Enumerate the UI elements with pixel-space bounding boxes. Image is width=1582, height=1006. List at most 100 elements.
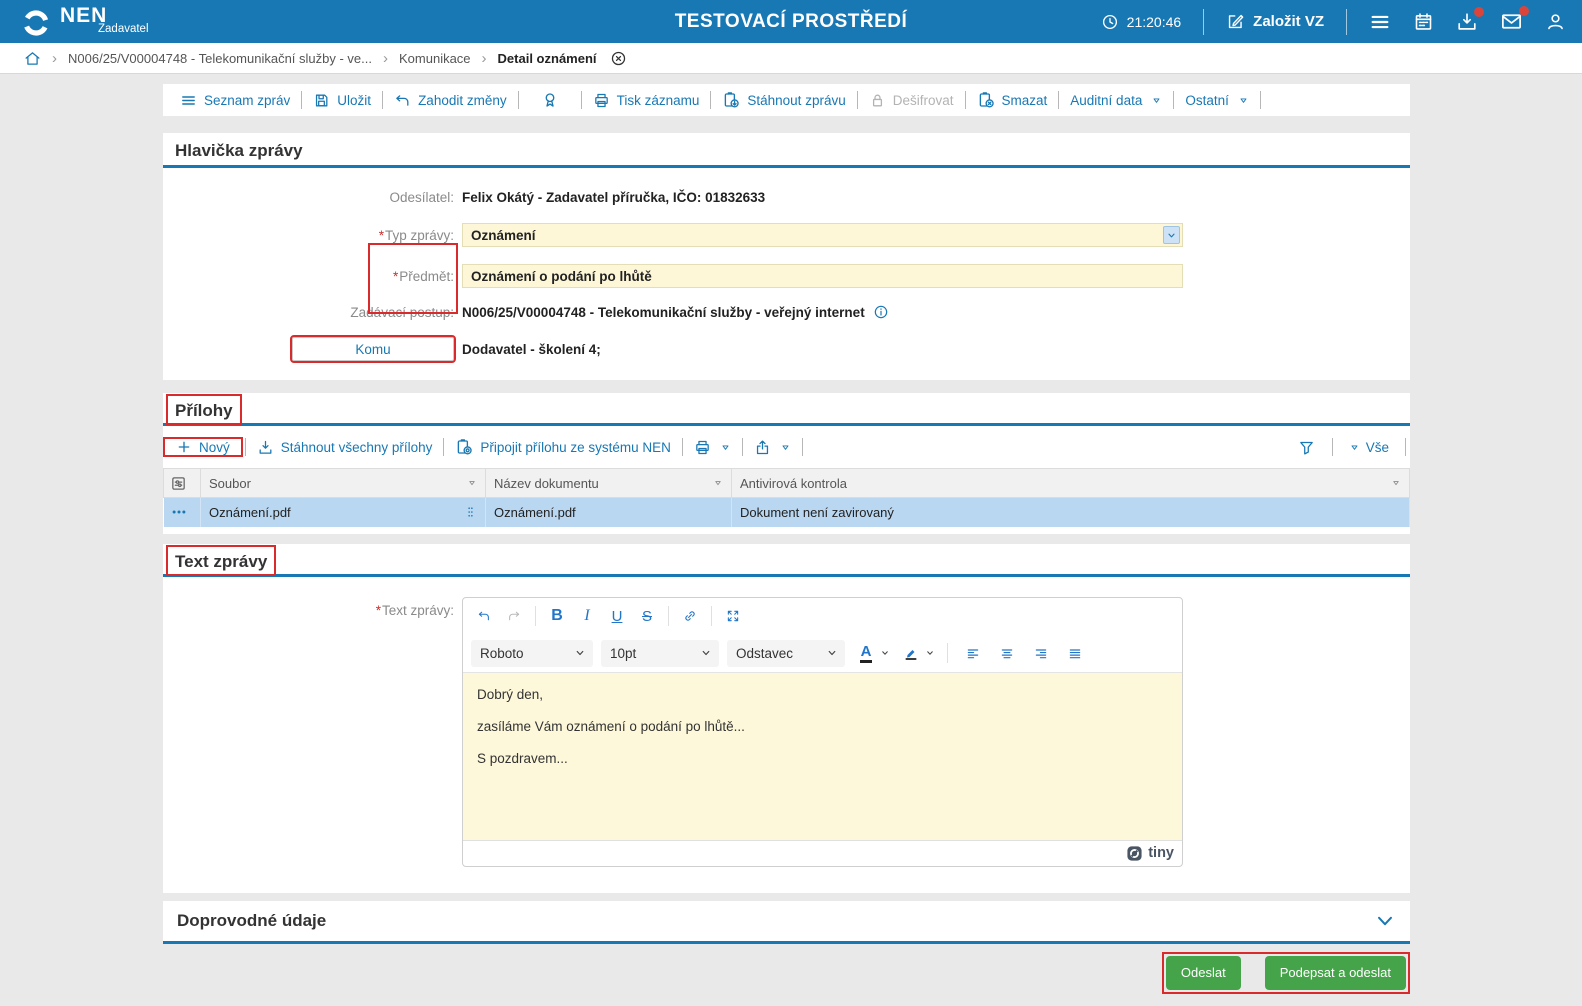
column-filter-icon[interactable] [1391, 478, 1401, 488]
ribbon-icon [541, 91, 559, 109]
stahnout-zpravu-label: Stáhnout zprávu [747, 92, 846, 108]
auditni-data-button[interactable]: Auditní data [1059, 93, 1173, 108]
breadcrumb-item-procedure[interactable]: N006/25/V00004748 - Telekomunikační služ… [68, 51, 372, 66]
font-size-select[interactable]: 10pt [601, 639, 719, 667]
vse-label: Vše [1365, 439, 1389, 455]
message-paragraph: Dobrý den, [477, 686, 544, 702]
vse-filter-button[interactable]: Vše [1339, 440, 1399, 455]
document-delete-icon [977, 91, 995, 109]
ulozit-button[interactable]: Uložit [302, 92, 382, 109]
current-time: 21:20:46 [1126, 13, 1182, 30]
message-paragraph: zasíláme Vám oznámení o podání po lhůtě.… [477, 718, 745, 734]
top-bar: NEN Zadavatel TESTOVACÍ PROSTŘEDÍ 21:20:… [0, 0, 1582, 43]
editor-toolbar-row1: B I U S [463, 598, 1182, 635]
seznam-zprav-button[interactable]: Seznam zpráv [169, 92, 301, 109]
predmet-input[interactable]: Oznámení o podání po lhůtě [462, 264, 1183, 288]
desifrovat-button[interactable]: Dešifrovat [858, 92, 965, 109]
fullscreen-button[interactable] [720, 603, 746, 629]
auditni-data-label: Auditní data [1070, 92, 1143, 108]
messages-button[interactable] [1500, 6, 1529, 33]
nen-logo-icon [20, 7, 52, 39]
ribbon-button[interactable] [519, 91, 581, 109]
chevron-down-icon[interactable] [880, 648, 890, 658]
undo-icon [477, 607, 491, 625]
main-menu-button[interactable] [1369, 11, 1391, 33]
row-menu-icon[interactable] [170, 503, 188, 521]
breadcrumb-item-komunikace[interactable]: Komunikace [399, 51, 471, 66]
smazat-button[interactable]: Smazat [966, 91, 1059, 109]
section-rule [163, 940, 1410, 944]
inbox-button[interactable] [1456, 6, 1484, 33]
highlighter-icon [904, 645, 918, 662]
column-header-nazev-dokumentu[interactable]: Název dokumentu [485, 468, 732, 498]
highlight-color-button[interactable] [898, 640, 924, 666]
column-header-antivirova-kontrola[interactable]: Antivirová kontrola [731, 468, 1410, 498]
export-attachments-button[interactable] [743, 439, 802, 456]
print-attachments-button[interactable] [683, 439, 742, 456]
align-center-button[interactable] [994, 640, 1020, 666]
user-button[interactable] [1545, 11, 1566, 32]
komu-button[interactable]: Komu [290, 335, 456, 363]
pripojit-prilohu-button[interactable]: Připojit přílohu ze systému NEN [444, 438, 682, 456]
tiny-branding[interactable]: tiny [1148, 845, 1174, 861]
expand-section-button[interactable] [1374, 910, 1396, 932]
stahnout-zpravu-button[interactable]: Stáhnout zprávu [711, 91, 856, 109]
link-button[interactable] [677, 603, 703, 629]
ulozit-label: Uložit [337, 92, 372, 108]
strikethrough-button[interactable]: S [634, 603, 660, 629]
text-color-button[interactable]: A [853, 640, 879, 666]
edit-icon [1226, 12, 1245, 31]
card-spacer [163, 527, 1410, 534]
typ-zpravy-select[interactable]: Oznámení [462, 223, 1183, 247]
breadcrumb-item-current: Detail oznámení [497, 50, 597, 66]
filter-icon [1298, 439, 1315, 456]
chevron-down-icon[interactable] [925, 648, 935, 658]
table-row[interactable]: Oznámení.pdf Oznámení.pdf Dokument není … [163, 497, 1410, 527]
bold-button[interactable]: B [544, 603, 570, 629]
font-family-select[interactable]: Roboto [471, 639, 593, 667]
italic-button[interactable]: I [574, 603, 600, 629]
cell-nazev-dokumentu: Oznámení.pdf [485, 497, 732, 527]
calendar-button[interactable] [1413, 11, 1434, 32]
environment-title: TESTOVACÍ PROSTŘEDÍ [674, 10, 908, 32]
podepsat-a-odeslat-button[interactable]: Podepsat a odeslat [1264, 955, 1406, 990]
align-left-button[interactable] [960, 640, 986, 666]
redo-icon [507, 607, 521, 625]
dropdown-triangle-icon [720, 442, 731, 453]
font-size-value: 10pt [610, 645, 637, 661]
ostatni-button[interactable]: Ostatní [1174, 93, 1260, 108]
column-settings-header[interactable] [163, 468, 201, 498]
novy-button[interactable]: Nový [163, 437, 243, 457]
home-button[interactable] [24, 50, 41, 67]
undo-button[interactable] [471, 603, 497, 629]
list-icon [180, 92, 197, 109]
odeslat-button[interactable]: Odeslat [1165, 955, 1241, 990]
column-filter-icon[interactable] [713, 478, 723, 488]
align-center-icon [1000, 645, 1014, 662]
zalozit-vz-button[interactable]: Založit VZ [1226, 12, 1324, 31]
redo-button[interactable] [501, 603, 527, 629]
align-justify-button[interactable] [1062, 640, 1088, 666]
editor-toolbar-row2: Roboto 10pt Odstavec A [463, 635, 1182, 672]
block-format-select[interactable]: Odstavec [727, 639, 845, 667]
select-dropdown-button[interactable] [1163, 226, 1180, 244]
message-body-editor[interactable]: Dobrý den, zasíláme Vám oznámení o podán… [463, 671, 1182, 840]
dropdown-triangle-icon [1151, 95, 1162, 106]
bottom-action-bar: Odeslat Podepsat a odeslat [163, 951, 1410, 994]
align-right-button[interactable] [1028, 640, 1054, 666]
drag-handle-icon[interactable] [464, 504, 477, 520]
info-icon[interactable] [873, 304, 889, 320]
stahnout-vsechny-prilohy-button[interactable]: Stáhnout všechny přílohy [246, 439, 444, 456]
chevron-down-icon [826, 647, 838, 659]
section-prilohy: Přílohy Nový Stáhnout všechny přílohy Př… [163, 393, 1410, 534]
underline-button[interactable]: U [604, 603, 630, 629]
zadavaci-postup-label: Zadávací postup: [350, 304, 454, 320]
column-filter-icon[interactable] [467, 478, 477, 488]
column-header-soubor[interactable]: Soubor [200, 468, 486, 498]
zahodit-zmeny-button[interactable]: Zahodit změny [383, 92, 518, 109]
close-tab-button[interactable] [610, 50, 627, 67]
record-toolbar: Seznam zpráv Uložit Zahodit změny Tisk z… [163, 84, 1410, 116]
tisk-zaznamu-button[interactable]: Tisk záznamu [582, 92, 711, 109]
nen-logo[interactable]: NEN Zadavatel [20, 5, 149, 39]
filter-button[interactable] [1287, 439, 1326, 456]
